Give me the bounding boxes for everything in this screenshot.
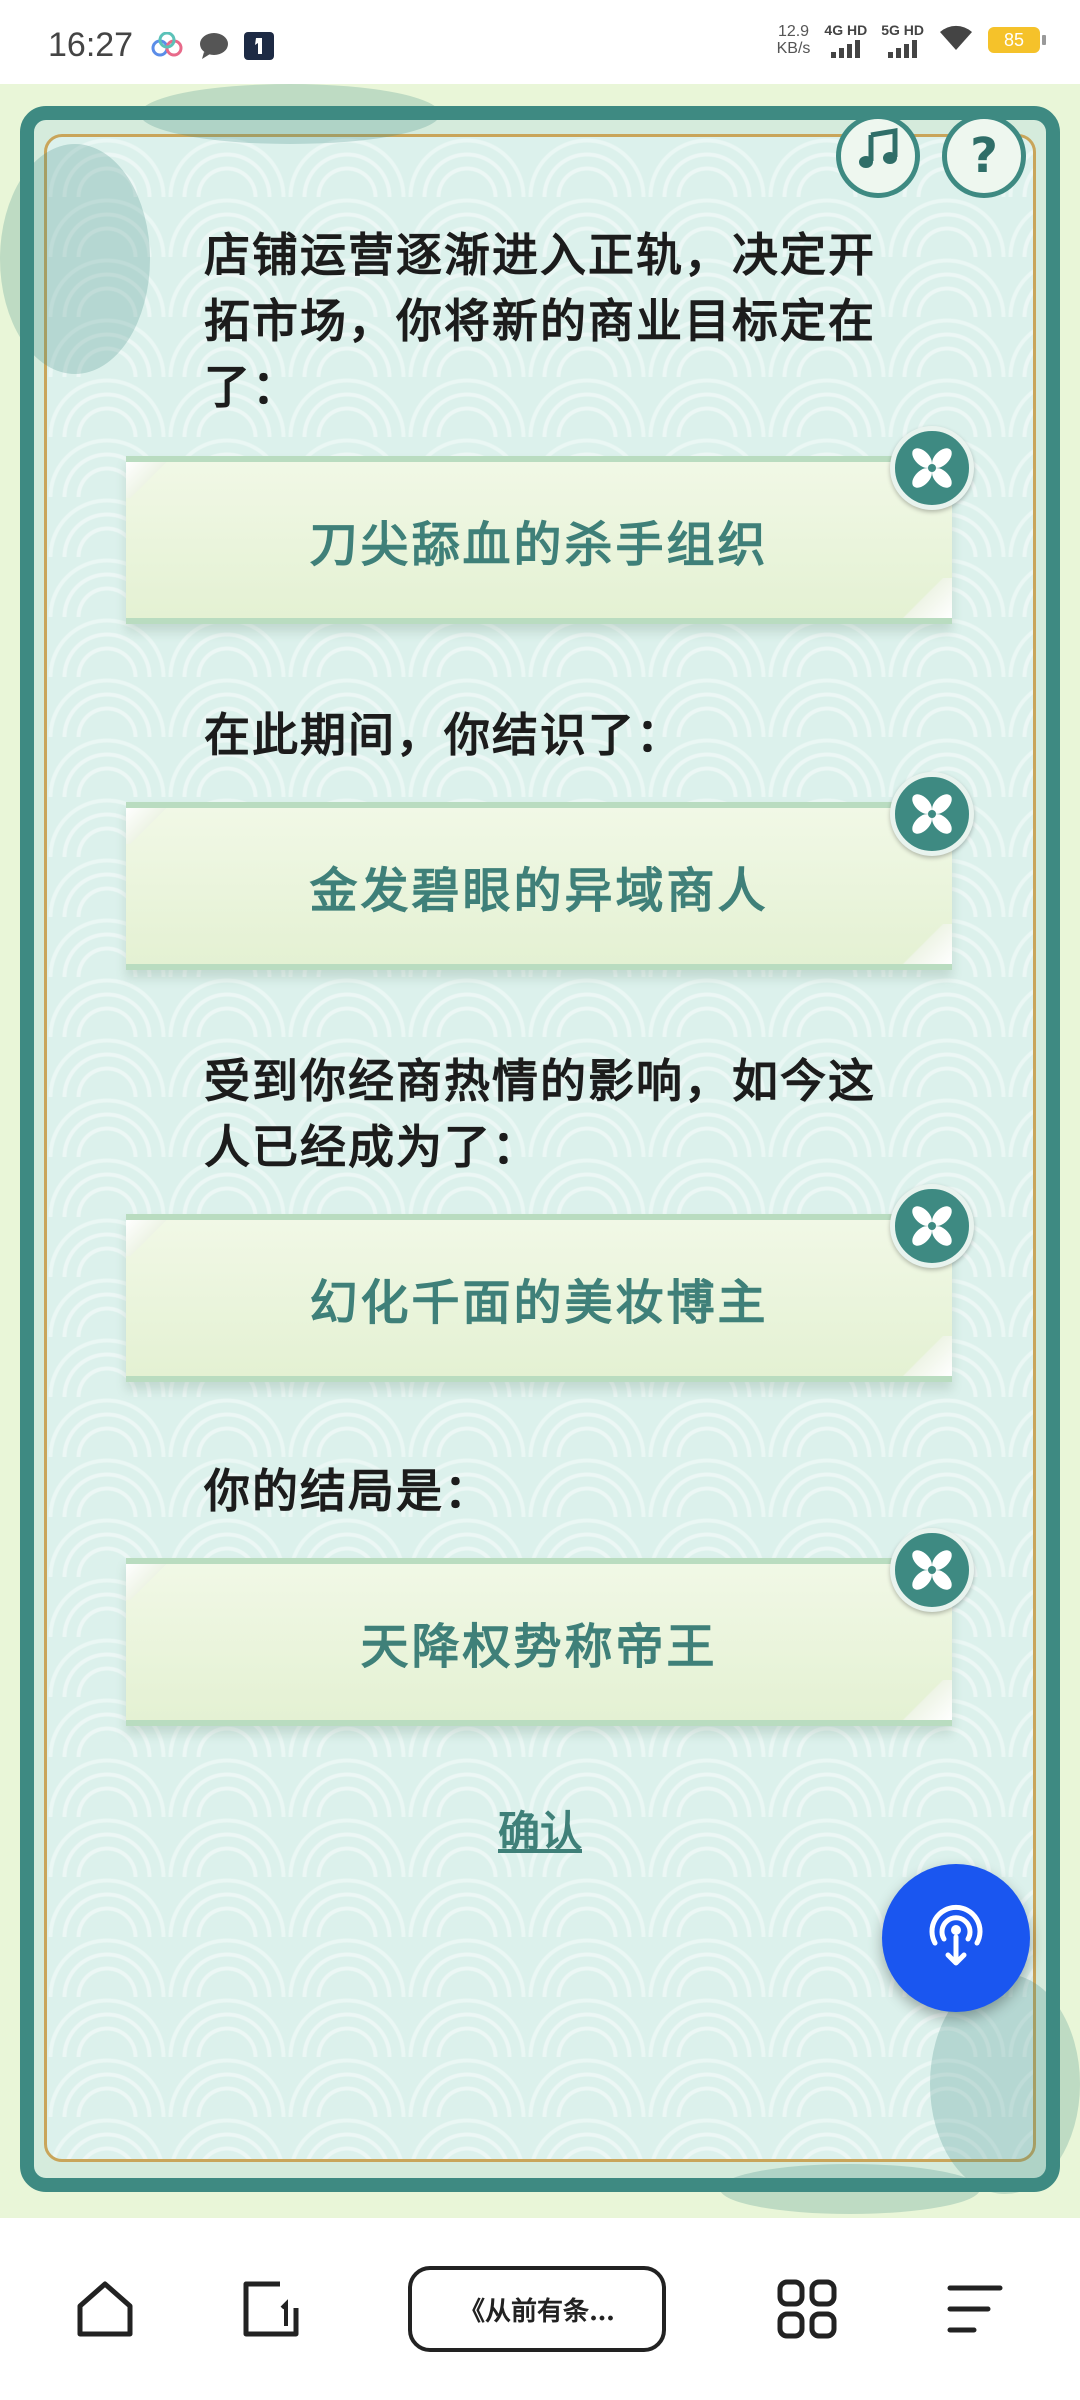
- menu-icon: [944, 2285, 1006, 2344]
- message-icon: [198, 32, 230, 64]
- tabs-icon: [240, 2281, 302, 2344]
- music-note-icon: [855, 127, 901, 185]
- status-indicators: 12.9 KB/s 4G HD 5G HD 85: [776, 22, 1046, 58]
- broadcast-icon: [919, 1899, 993, 1977]
- question-text-1: 店铺运营逐渐进入正轨，决定开拓市场，你将新的商业目标定在了：: [204, 228, 876, 414]
- shuffle-button-4[interactable]: [890, 1528, 974, 1612]
- status-bar: 16:27 12.9 KB/s 4G HD 5G HD 85: [0, 0, 1080, 84]
- podcast-fab-button[interactable]: [882, 1864, 1030, 2012]
- cloud-app-icon: [150, 31, 184, 62]
- wifi-icon: [938, 24, 974, 56]
- signal-bars-icon: [831, 40, 861, 58]
- question-mark-icon: ?: [970, 128, 998, 184]
- signal-4g: 4G HD: [824, 22, 867, 58]
- battery-indicator: 85: [988, 27, 1046, 53]
- status-time: 16:27: [48, 26, 134, 64]
- cloud-decoration: [0, 144, 150, 374]
- cloud-decoration: [720, 2164, 980, 2214]
- answer-card-4[interactable]: 天降权势称帝王: [126, 1528, 974, 1726]
- answer-card-3[interactable]: 幻化千面的美妆博主: [126, 1184, 974, 1382]
- answer-label-1: 刀尖舔血的杀手组织: [309, 517, 769, 573]
- quiz-game-area: ? 店铺运营逐渐进入正轨，决定开拓市场，你将新的商业目标定在了： 刀尖舔血的杀手…: [0, 84, 1080, 2218]
- tabs-button[interactable]: [240, 2278, 302, 2344]
- page-title-pill[interactable]: 《从前有条…: [408, 2266, 666, 2352]
- shuffle-button-1[interactable]: [890, 426, 974, 510]
- question-text-3: 受到你经商热情的影响，如今这人已经成为了：: [204, 1054, 876, 1174]
- confirm-link[interactable]: 确认: [0, 1798, 1080, 1859]
- net-speed: 12.9 KB/s: [776, 23, 811, 57]
- bottom-navigation: 《从前有条…: [0, 2218, 1080, 2400]
- shuffle-fan-icon: [912, 794, 952, 834]
- signal-bars-icon: [888, 40, 918, 58]
- shuffle-fan-icon: [912, 448, 952, 488]
- answer-label-3: 幻化千面的美妆博主: [309, 1275, 769, 1331]
- question-text-2: 在此期间，你结识了：: [204, 708, 684, 762]
- question-text-4: 你的结局是：: [204, 1464, 492, 1518]
- shuffle-fan-icon: [912, 1206, 952, 1246]
- answer-card-2[interactable]: 金发碧眼的异域商人: [126, 772, 974, 970]
- cloud-decoration: [140, 84, 440, 144]
- shuffle-button-2[interactable]: [890, 772, 974, 856]
- apps-button[interactable]: [776, 2278, 838, 2344]
- home-button[interactable]: [74, 2278, 136, 2344]
- shuffle-button-3[interactable]: [890, 1184, 974, 1268]
- answer-card-1[interactable]: 刀尖舔血的杀手组织: [126, 426, 974, 624]
- signal-5g: 5G HD: [881, 22, 924, 58]
- shuffle-fan-icon: [912, 1550, 952, 1590]
- answer-label-2: 金发碧眼的异域商人: [309, 863, 769, 919]
- help-button[interactable]: ?: [942, 114, 1026, 198]
- menu-button[interactable]: [944, 2278, 1006, 2344]
- app-notification-icon: [244, 32, 274, 64]
- answer-label-4: 天降权势称帝王: [360, 1619, 718, 1675]
- grid-icon: [776, 2279, 838, 2344]
- music-button[interactable]: [836, 114, 920, 198]
- home-icon: [74, 2281, 136, 2344]
